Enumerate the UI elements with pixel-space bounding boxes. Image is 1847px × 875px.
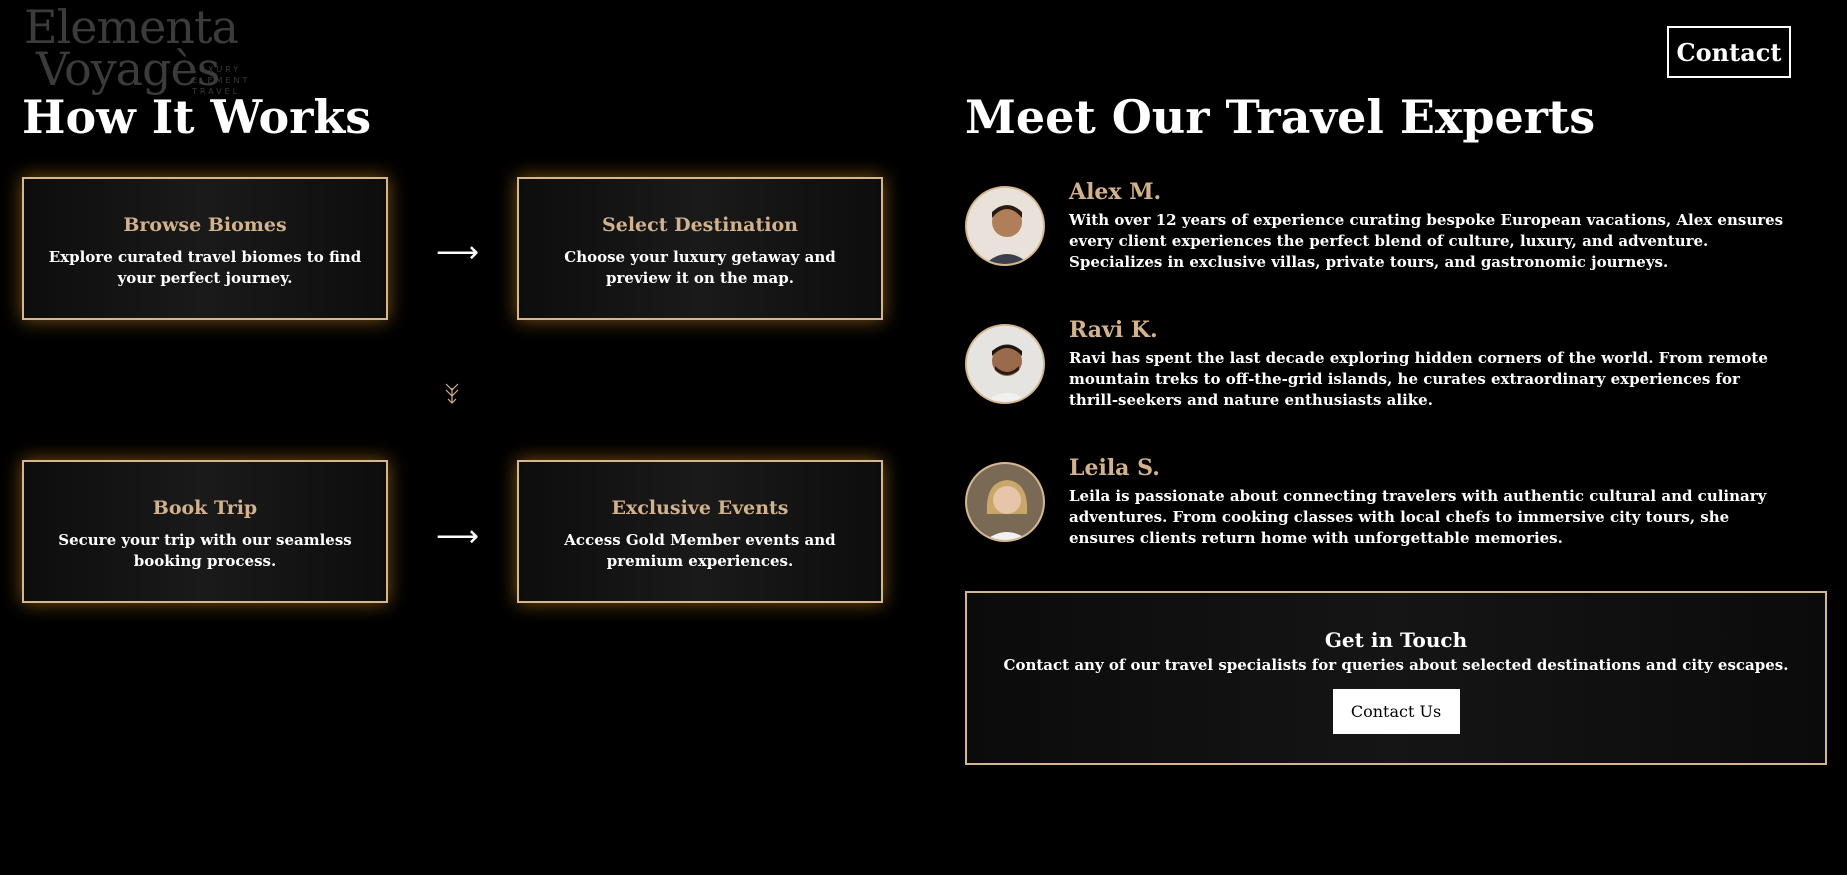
avatar: [965, 324, 1045, 404]
expert-bio: With over 12 years of experience curatin…: [1069, 211, 1784, 271]
expert-name: Ravi K.: [1069, 317, 1158, 343]
arrow-down-icon: [444, 382, 460, 405]
step-card-browse-biomes[interactable]: Browse Biomes Explore curated travel bio…: [22, 177, 388, 320]
expert-name: Leila S.: [1069, 455, 1160, 481]
logo-tagline-line: ELEMENT: [192, 76, 251, 85]
person-avatar-icon: [967, 326, 1043, 402]
step-card-select-destination[interactable]: Select Destination Choose your luxury ge…: [517, 177, 883, 320]
logo-tagline-line: LUXURY: [192, 65, 242, 74]
step-title: Exclusive Events: [611, 497, 789, 519]
contact-us-button[interactable]: Contact Us: [1332, 689, 1460, 734]
avatar: [965, 462, 1045, 542]
arrow-right-icon: ⟶: [436, 519, 480, 554]
get-in-touch-title: Get in Touch: [1324, 628, 1468, 652]
expert-name: Alex M.: [1069, 179, 1162, 205]
person-avatar-icon: [967, 464, 1043, 540]
get-in-touch-description: Contact any of our travel specialists fo…: [1003, 656, 1789, 674]
step-description: Choose your luxury getaway and preview i…: [564, 248, 836, 287]
step-description: Explore curated travel biomes to find yo…: [48, 248, 362, 287]
person-avatar-icon: [967, 188, 1043, 264]
expert-bio: Ravi has spent the last decade exploring…: [1069, 349, 1768, 409]
how-it-works-title: How It Works: [22, 90, 372, 144]
avatar: [965, 186, 1045, 266]
chevrons-down-icon: [445, 383, 459, 404]
experts-title: Meet Our Travel Experts: [965, 90, 1596, 144]
step-title: Browse Biomes: [123, 214, 287, 236]
step-card-exclusive-events[interactable]: Exclusive Events Access Gold Member even…: [517, 460, 883, 603]
get-in-touch-panel: Get in Touch Contact any of our travel s…: [965, 591, 1827, 765]
arrow-right-icon: ⟶: [436, 235, 480, 270]
expert-bio: Leila is passionate about connecting tra…: [1069, 487, 1767, 547]
header-contact-button[interactable]: Contact: [1667, 26, 1791, 78]
step-title: Select Destination: [602, 214, 798, 236]
step-title: Book Trip: [152, 497, 258, 519]
step-card-book-trip[interactable]: Book Trip Secure your trip with our seam…: [22, 460, 388, 603]
step-description: Secure your trip with our seamless booki…: [58, 531, 352, 570]
step-description: Access Gold Member events and premium ex…: [564, 531, 836, 570]
